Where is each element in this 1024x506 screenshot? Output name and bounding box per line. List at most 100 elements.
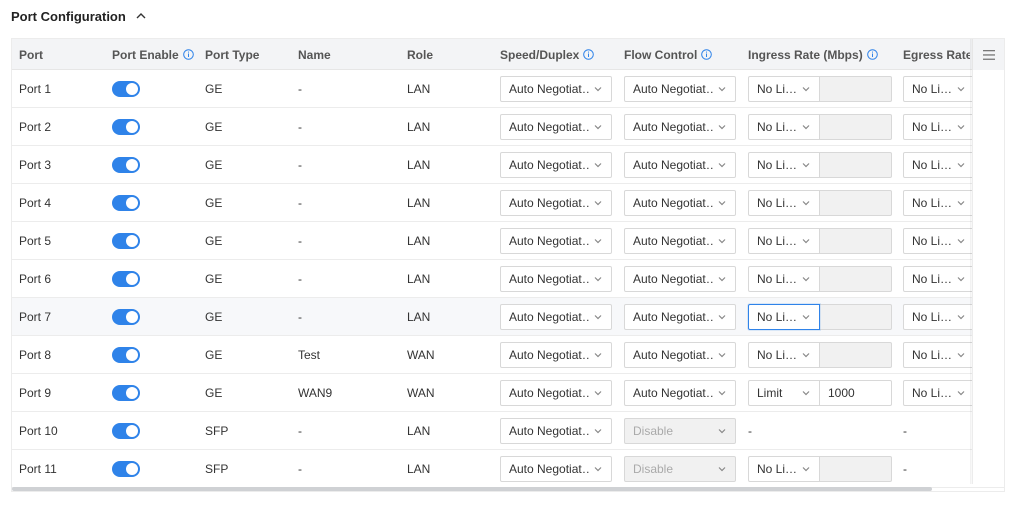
ingress-rate-select[interactable]: No Li… [748,342,820,368]
speed-duplex-select-value: Auto Negotiat… [509,234,589,248]
ingress-rate-input[interactable] [820,228,892,254]
chevron-down-icon [801,198,811,208]
flow-control-select-value: Auto Negotiat… [633,234,713,248]
port-enable-toggle[interactable] [112,157,140,173]
flow-control-select[interactable]: Auto Negotiat… [624,380,736,406]
ingress-rate-input[interactable] [820,456,892,482]
port-enable-toggle[interactable] [112,309,140,325]
ingress-rate-select-value: No Li… [757,272,797,286]
speed-duplex-select[interactable]: Auto Negotiat… [500,266,612,292]
egress-rate-select[interactable]: No Li… [903,228,975,254]
flow-control-select[interactable]: Disable [624,456,736,482]
ingress-rate-select[interactable]: Limit [748,380,820,406]
chevron-down-icon [717,160,727,170]
ingress-rate-input[interactable] [820,114,892,140]
flow-control-select[interactable]: Auto Negotiat… [624,266,736,292]
column-settings-icon[interactable] [972,39,1004,70]
egress-rate-select[interactable]: No Li… [903,266,975,292]
speed-duplex-select[interactable]: Auto Negotiat… [500,152,612,178]
speed-duplex-select[interactable]: Auto Negotiat… [500,456,612,482]
ingress-rate-input[interactable]: 1000 [820,380,892,406]
chevron-down-icon [956,122,966,132]
flow-control-select[interactable]: Auto Negotiat… [624,152,736,178]
speed-duplex-select[interactable]: Auto Negotiat… [500,228,612,254]
port-enable-cell [112,298,140,336]
chevron-down-icon [801,350,811,360]
egress-rate-cell: - [903,412,907,450]
port-name-cell: - [298,184,302,222]
speed-duplex-select[interactable]: Auto Negotiat… [500,114,612,140]
ingress-rate-input[interactable] [820,76,892,102]
flow-control-select-value: Auto Negotiat… [633,196,713,210]
flow-control-cell: Auto Negotiat… [624,298,736,336]
egress-rate-select[interactable]: No Li… [903,114,975,140]
port-enable-toggle[interactable] [112,119,140,135]
flow-control-select[interactable]: Auto Negotiat… [624,190,736,216]
ingress-rate-input[interactable] [820,342,892,368]
port-enable-toggle[interactable] [112,271,140,287]
egress-rate-select[interactable]: No Li… [903,190,975,216]
flow-control-select[interactable]: Disable [624,418,736,444]
flow-control-select[interactable]: Auto Negotiat… [624,304,736,330]
port-enable-toggle[interactable] [112,195,140,211]
ingress-rate-select[interactable]: No Li… [748,76,820,102]
table-row: Port 4 GE - LAN Auto Negotiat… Auto Negotiat…… [12,184,1004,222]
ingress-rate-input[interactable] [820,304,892,330]
fixed-column [972,70,1004,484]
speed-duplex-select[interactable]: Auto Negotiat… [500,190,612,216]
ingress-rate-select[interactable]: No Li… [748,228,820,254]
ingress-rate-input[interactable] [820,190,892,216]
flow-control-select-value: Auto Negotiat… [633,386,713,400]
toggle-knob [126,349,138,361]
info-icon[interactable] [701,49,713,60]
flow-control-select[interactable]: Auto Negotiat… [624,114,736,140]
speed-duplex-select[interactable]: Auto Negotiat… [500,380,612,406]
egress-rate-select-value: No Li… [912,386,952,400]
ingress-rate-select[interactable]: No Li… [748,114,820,140]
ingress-rate-input[interactable] [820,266,892,292]
ingress-rate-input[interactable] [820,152,892,178]
port-name: - [298,234,302,248]
ingress-rate-select[interactable]: No Li… [748,456,820,482]
flow-control-cell: Auto Negotiat… [624,70,736,108]
speed-duplex-cell: Auto Negotiat… [500,260,612,298]
speed-duplex-select[interactable]: Auto Negotiat… [500,304,612,330]
flow-control-select[interactable]: Auto Negotiat… [624,76,736,102]
port-label: Port 2 [19,120,52,134]
collapse-caret-icon[interactable] [135,10,147,22]
toggle-knob [126,425,138,437]
chevron-down-icon [593,198,603,208]
port-enable-toggle[interactable] [112,347,140,363]
horizontal-scrollbar[interactable] [12,484,972,491]
speed-duplex-select[interactable]: Auto Negotiat… [500,76,612,102]
info-icon[interactable] [866,49,878,60]
port-enable-toggle[interactable] [112,423,140,439]
flow-control-select[interactable]: Auto Negotiat… [624,228,736,254]
egress-rate-select[interactable]: No Li… [903,76,975,102]
info-icon[interactable] [182,49,194,60]
toggle-knob [126,387,138,399]
flow-control-cell: Auto Negotiat… [624,108,736,146]
speed-duplex-select[interactable]: Auto Negotiat… [500,418,612,444]
port-enable-toggle[interactable] [112,233,140,249]
ingress-rate-select[interactable]: No Li… [748,152,820,178]
horizontal-scrollbar-thumb[interactable] [12,487,932,491]
port-type-cell: SFP [205,450,228,488]
flow-control-select[interactable]: Auto Negotiat… [624,342,736,368]
port-enable-toggle[interactable] [112,385,140,401]
port-name-cell: - [298,108,302,146]
egress-rate-select[interactable]: No Li… [903,152,975,178]
port-enable-toggle[interactable] [112,461,140,477]
port-role: LAN [407,310,431,324]
egress-rate-select[interactable]: No Li… [903,304,975,330]
port-name-cell: - [298,260,302,298]
ingress-rate-cell: No Li… [748,336,892,374]
egress-rate-select[interactable]: No Li… [903,380,975,406]
port-enable-toggle[interactable] [112,81,140,97]
ingress-rate-select[interactable]: No Li… [748,190,820,216]
info-icon[interactable] [583,49,595,60]
ingress-rate-select[interactable]: No Li… [748,304,820,330]
egress-rate-select[interactable]: No Li… [903,342,975,368]
ingress-rate-select[interactable]: No Li… [748,266,820,292]
speed-duplex-select[interactable]: Auto Negotiat… [500,342,612,368]
